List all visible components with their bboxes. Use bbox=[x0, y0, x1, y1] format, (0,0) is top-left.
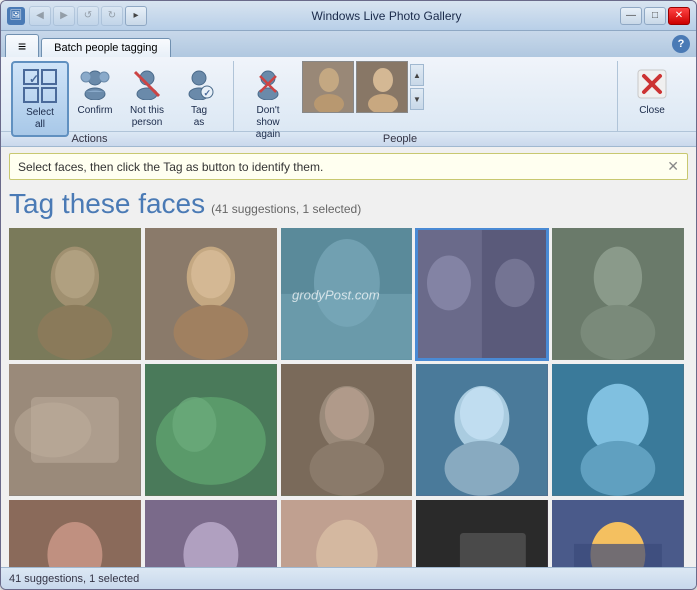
confirm-icon bbox=[76, 65, 114, 103]
close-label: Close bbox=[639, 105, 665, 117]
photo-cell-15[interactable] bbox=[552, 500, 684, 567]
tab-strip: ≡ Batch people tagging ? bbox=[1, 31, 696, 57]
svg-text:grodyPost.com: grodyPost.com bbox=[292, 287, 380, 302]
people-strip: ▲ ▼ bbox=[302, 61, 424, 113]
select-all-label: Selectall bbox=[26, 107, 54, 131]
info-bar: Select faces, then click the Tag as butt… bbox=[9, 153, 688, 180]
close-svg bbox=[634, 66, 670, 102]
actions-group: ✓ Selectall bbox=[7, 61, 234, 131]
not-person-svg bbox=[131, 68, 163, 100]
page-title: Tag these faces bbox=[9, 188, 205, 220]
photo-cell-14[interactable] bbox=[416, 500, 548, 567]
people-label: People bbox=[172, 133, 628, 145]
dont-show-icon bbox=[249, 65, 287, 103]
photo-cell-10[interactable] bbox=[552, 364, 684, 496]
select-all-icon: ✓ bbox=[21, 67, 59, 105]
tab-menu[interactable]: ≡ bbox=[5, 34, 39, 57]
photo-cell-12[interactable] bbox=[145, 500, 277, 567]
tag-as-icon: ✓ bbox=[180, 65, 218, 103]
close-icon bbox=[633, 65, 671, 103]
not-this-person-button[interactable]: Not thisperson bbox=[121, 61, 173, 133]
select-all-button[interactable]: ✓ Selectall bbox=[11, 61, 69, 137]
title-row: Tag these faces (41 suggestions, 1 selec… bbox=[9, 184, 688, 222]
minimize-button[interactable]: — bbox=[620, 7, 642, 25]
dont-show-svg bbox=[252, 68, 284, 100]
main-content: Tag these faces (41 suggestions, 1 selec… bbox=[1, 184, 696, 567]
confirm-button[interactable]: Confirm bbox=[69, 61, 121, 121]
maximize-button[interactable]: □ bbox=[644, 7, 666, 25]
tag-as-button[interactable]: ✓ Tagas bbox=[173, 61, 225, 133]
photo-cell-6[interactable] bbox=[9, 364, 141, 496]
tab-batch-tagging[interactable]: Batch people tagging bbox=[41, 38, 170, 57]
app-window: 🖼 ◀ ▶ ↺ ↻ ▸ Windows Live Photo Gallery —… bbox=[0, 0, 697, 590]
select-all-svg: ✓ bbox=[22, 68, 58, 104]
photo-cell-1[interactable] bbox=[9, 228, 141, 360]
people-scroll-down[interactable]: ▼ bbox=[410, 88, 424, 110]
status-text: 41 suggestions, 1 selected bbox=[9, 573, 139, 585]
nav-controls: ◀ ▶ ↺ ↻ ▸ bbox=[29, 6, 147, 26]
title-bar: 🖼 ◀ ▶ ↺ ↻ ▸ Windows Live Photo Gallery —… bbox=[1, 1, 696, 31]
svg-text:✓: ✓ bbox=[204, 88, 212, 98]
app-icon: 🖼 bbox=[7, 7, 25, 25]
undo-button[interactable]: ↺ bbox=[77, 6, 99, 26]
close-group-label bbox=[628, 133, 690, 145]
back-button[interactable]: ◀ bbox=[29, 6, 51, 26]
confirm-label: Confirm bbox=[77, 105, 112, 117]
photo-cell-7[interactable] bbox=[145, 364, 277, 496]
forward-button[interactable]: ▶ bbox=[53, 6, 75, 26]
tag-as-label: Tagas bbox=[191, 105, 207, 129]
not-this-person-label: Not thisperson bbox=[130, 105, 164, 129]
confirm-svg bbox=[79, 68, 111, 100]
tag-as-svg: ✓ bbox=[183, 68, 215, 100]
photo-cell-13[interactable] bbox=[281, 500, 413, 567]
close-group: Close bbox=[622, 61, 686, 131]
svg-text:✓: ✓ bbox=[29, 72, 39, 86]
photo-cell-9[interactable] bbox=[416, 364, 548, 496]
people-scroll-up[interactable]: ▲ bbox=[410, 64, 424, 86]
help-button[interactable]: ? bbox=[672, 35, 690, 53]
photo-cell-3[interactable]: grodyPost.com bbox=[281, 228, 413, 360]
photo-cell-2[interactable] bbox=[145, 228, 277, 360]
status-bar: 41 suggestions, 1 selected bbox=[1, 567, 696, 589]
page-subtitle: (41 suggestions, 1 selected) bbox=[211, 202, 361, 216]
photo-grid-container[interactable]: grodyPost.com bbox=[9, 228, 688, 567]
group-labels: Actions People bbox=[1, 131, 696, 146]
action-button[interactable]: ▸ bbox=[125, 6, 147, 26]
close-window-button[interactable]: ✕ bbox=[668, 7, 690, 25]
person-thumb-2[interactable] bbox=[356, 61, 408, 113]
redo-button[interactable]: ↻ bbox=[101, 6, 123, 26]
ribbon: ≡ Batch people tagging ? bbox=[1, 31, 696, 147]
photo-cell-8[interactable] bbox=[281, 364, 413, 496]
people-scroll-buttons: ▲ ▼ bbox=[410, 64, 424, 110]
photo-cell-5[interactable] bbox=[552, 228, 684, 360]
person-thumb-1[interactable] bbox=[302, 61, 354, 113]
close-button[interactable]: Close bbox=[626, 61, 678, 121]
info-close-button[interactable]: ✕ bbox=[667, 158, 679, 175]
people-group: Don't showagain bbox=[238, 61, 618, 131]
not-this-person-icon bbox=[128, 65, 166, 103]
toolbar: ✓ Selectall bbox=[1, 57, 696, 131]
actions-label: Actions bbox=[7, 133, 172, 145]
photo-grid: grodyPost.com bbox=[9, 228, 688, 567]
photo-cell-4[interactable] bbox=[416, 228, 548, 360]
photo-cell-11[interactable] bbox=[9, 500, 141, 567]
info-message: Select faces, then click the Tag as butt… bbox=[18, 160, 323, 174]
window-controls: — □ ✕ bbox=[620, 7, 690, 25]
window-title: Windows Live Photo Gallery bbox=[153, 9, 620, 23]
